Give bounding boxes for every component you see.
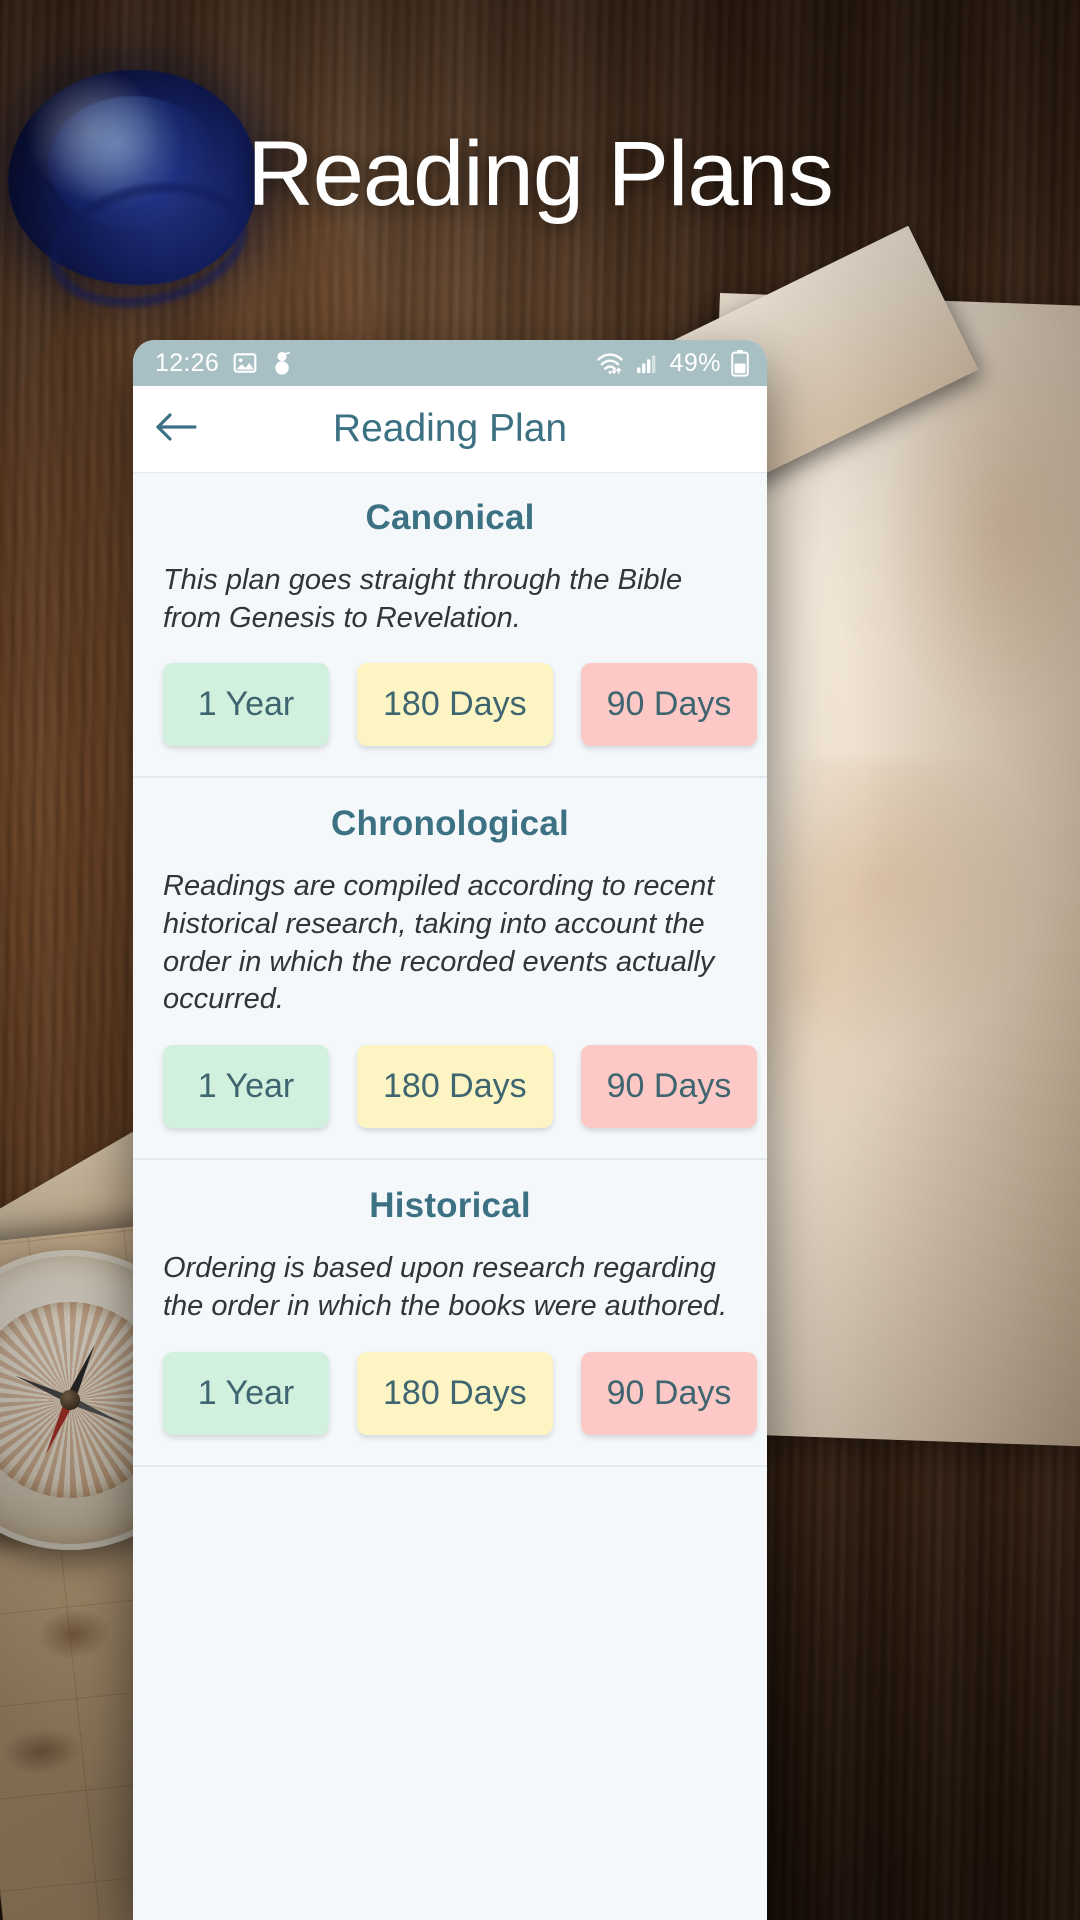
- status-bar-right: 49%: [595, 349, 749, 378]
- plan-description: This plan goes straight through the Bibl…: [163, 564, 683, 634]
- plan-title: Historical: [369, 1186, 531, 1226]
- cellular-signal-icon: [635, 351, 659, 375]
- banner-title: Reading Plans: [247, 123, 833, 225]
- phone-mockup: 12:26 49% Reading Plan Canonical This pl…: [133, 340, 767, 1920]
- duration-chip-90-days[interactable]: 90 Days: [580, 663, 758, 747]
- plan-card-canonical: Canonical This plan goes straight throug…: [133, 472, 767, 779]
- duration-chip-1-year[interactable]: 1 Year: [163, 1045, 329, 1129]
- plan-duration-options: 1 Year 180 Days 90 Days: [159, 663, 758, 747]
- duration-chip-90-days[interactable]: 90 Days: [580, 1045, 758, 1129]
- duration-chip-90-days[interactable]: 90 Days: [580, 1351, 758, 1435]
- duration-chip-180-days[interactable]: 180 Days: [357, 1045, 553, 1129]
- status-bar-left: 12:26: [155, 349, 595, 378]
- plan-title: Canonical: [365, 498, 535, 537]
- duration-chip-180-days[interactable]: 180 Days: [357, 663, 553, 747]
- status-bar-clock: 12:26: [155, 348, 220, 377]
- reading-plan-list[interactable]: Canonical This plan goes straight throug…: [133, 472, 767, 1920]
- compass-hub: [60, 1390, 80, 1410]
- plan-description: Readings are compiled according to recen…: [163, 870, 715, 1016]
- battery-icon: [731, 349, 749, 377]
- plan-duration-options: 1 Year 180 Days 90 Days: [159, 1351, 758, 1435]
- back-arrow-icon: [154, 410, 198, 449]
- page-title: Reading Plan: [332, 407, 568, 450]
- list-empty-area: [133, 1466, 767, 1867]
- battery-percent-label: 49%: [669, 348, 721, 377]
- duration-chip-1-year[interactable]: 1 Year: [163, 663, 329, 747]
- plan-title: Chronological: [331, 804, 569, 844]
- app-bar: Reading Plan: [133, 386, 767, 472]
- back-button[interactable]: [133, 386, 219, 472]
- parchment-stain: [780, 760, 1040, 1060]
- wifi-icon: [595, 350, 625, 376]
- plan-description: Ordering is based upon research regardin…: [163, 1252, 728, 1322]
- plan-card-chronological: Chronological Readings are compiled acco…: [133, 778, 767, 1161]
- plan-card-historical: Historical Ordering is based upon resear…: [133, 1160, 767, 1467]
- duration-chip-180-days[interactable]: 180 Days: [357, 1351, 553, 1435]
- plan-duration-options: 1 Year 180 Days 90 Days: [159, 1045, 758, 1129]
- snowman-icon: [271, 350, 293, 376]
- status-bar: 12:26 49%: [133, 340, 767, 386]
- image-icon: [232, 350, 258, 376]
- duration-chip-1-year[interactable]: 1 Year: [163, 1351, 329, 1435]
